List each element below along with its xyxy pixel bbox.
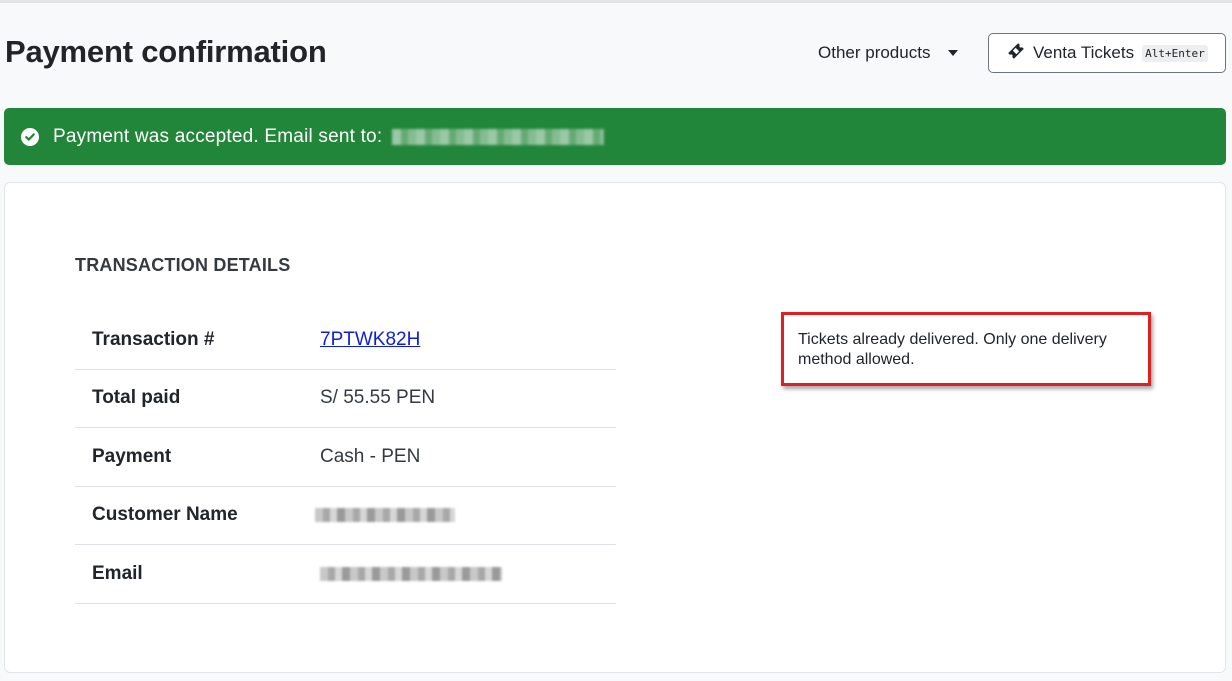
- row-label: Payment: [92, 445, 172, 467]
- redacted-email: [392, 128, 605, 145]
- total-paid-value: S/ 55.55 PEN: [320, 387, 436, 409]
- shortcut-hint: Alt+Enter: [1142, 44, 1208, 62]
- other-products-dropdown[interactable]: Other products: [818, 42, 959, 64]
- redacted-email-value: [320, 566, 502, 581]
- caret-down-icon: [948, 50, 959, 56]
- table-row: Total paid S/ 55.55 PEN: [75, 370, 616, 428]
- table-row: Customer Name: [75, 487, 616, 545]
- table-row: Transaction # 7PTWK82H: [75, 311, 616, 370]
- section-title: TRANSACTION DETAILS: [75, 255, 291, 275]
- check-circle-icon: [21, 127, 39, 146]
- row-label: Total paid: [92, 387, 181, 409]
- alert-message: Payment was accepted. Email sent to:: [53, 125, 383, 147]
- redacted-customer-name: [315, 508, 455, 523]
- transaction-id-link[interactable]: 7PTWK82H: [320, 329, 420, 350]
- venta-tickets-label: Venta Tickets: [1033, 43, 1135, 62]
- page-title: Payment confirmation: [5, 34, 327, 69]
- transaction-card: TRANSACTION DETAILS Transaction # 7PTWK8…: [4, 182, 1226, 673]
- row-label: Email: [92, 562, 143, 584]
- venta-tickets-button[interactable]: Venta Tickets Alt+Enter: [988, 33, 1226, 73]
- payment-value: Cash - PEN: [320, 445, 421, 467]
- other-products-label: Other products: [818, 43, 931, 62]
- row-label: Transaction #: [92, 328, 215, 350]
- row-label: Customer Name: [92, 504, 238, 526]
- delivery-notice: Tickets already delivered. Only one deli…: [781, 312, 1151, 386]
- success-alert: Payment was accepted. Email sent to:: [4, 108, 1226, 165]
- transaction-details-table: Transaction # 7PTWK82H Total paid S/ 55.…: [75, 311, 616, 604]
- ticket-icon: [1007, 42, 1025, 65]
- top-border: [0, 0, 1232, 3]
- table-row: Email: [75, 545, 616, 604]
- table-row: Payment Cash - PEN: [75, 428, 616, 487]
